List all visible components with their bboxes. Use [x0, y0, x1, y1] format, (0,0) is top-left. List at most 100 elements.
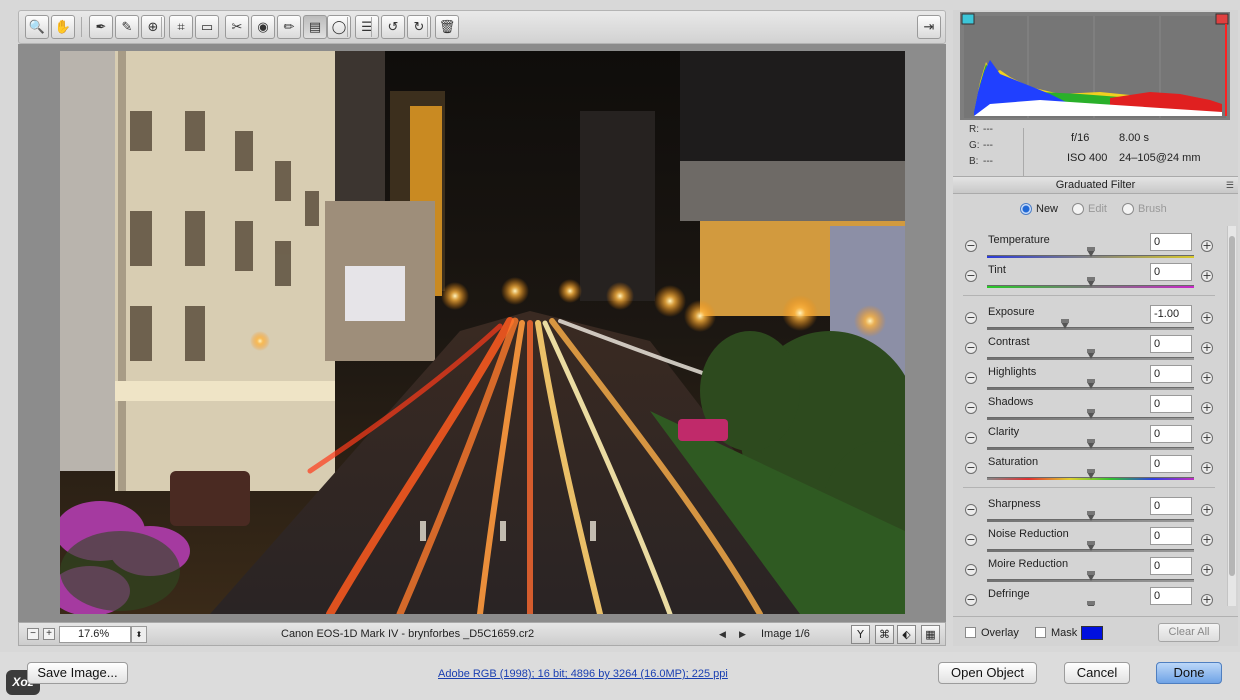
cancel-button[interactable]: Cancel — [1064, 662, 1130, 684]
clarity-value-field[interactable]: 0 — [1150, 425, 1192, 443]
shadows-label: Shadows — [988, 396, 1034, 408]
adjustment-brush-icon[interactable]: ✏ — [277, 15, 301, 39]
shadows-value-field[interactable]: 0 — [1150, 395, 1192, 413]
toggle-view-icon[interactable]: ▦ — [921, 625, 940, 644]
highlights-value-field[interactable]: 0 — [1150, 365, 1192, 383]
rotate-left-icon[interactable]: ↺ — [381, 15, 405, 39]
clarity-slider-thumb[interactable] — [1086, 439, 1095, 449]
slider-group-separator — [963, 487, 1215, 488]
overlay-checkbox[interactable] — [965, 627, 976, 638]
sharpness-value-field[interactable]: 0 — [1150, 497, 1192, 515]
scrollbar-thumb[interactable] — [1229, 236, 1235, 576]
highlights-decrease-icon[interactable]: − — [965, 372, 977, 384]
exposure-increase-icon[interactable]: + — [1201, 312, 1213, 324]
mode-new-label: New — [1036, 203, 1059, 215]
preferences-icon[interactable]: ☰ — [355, 15, 379, 39]
temperature-slider-thumb[interactable] — [1086, 247, 1095, 257]
radio-new[interactable] — [1020, 203, 1032, 215]
defringe-slider-thumb[interactable] — [1086, 601, 1095, 606]
mask-color-swatch[interactable] — [1081, 626, 1103, 640]
fullscreen-toggle-icon[interactable]: ⇥ — [917, 15, 941, 39]
panel-scrollbar[interactable] — [1227, 226, 1236, 606]
moire-reduction-value-field[interactable]: 0 — [1150, 557, 1192, 575]
panel-menu-icon[interactable]: ☰ — [1226, 177, 1234, 193]
shadows-slider-thumb[interactable] — [1086, 409, 1095, 419]
exposure-slider-track[interactable] — [987, 327, 1194, 330]
temperature-decrease-icon[interactable]: − — [965, 240, 977, 252]
defringe-increase-icon[interactable]: + — [1201, 594, 1213, 606]
before-after-toggle-icon[interactable]: Y — [851, 625, 870, 644]
file-name: Canon EOS-1D Mark IV - brynforbes _D5C16… — [281, 628, 535, 640]
sharpness-increase-icon[interactable]: + — [1201, 504, 1213, 516]
shadows-increase-icon[interactable]: + — [1201, 402, 1213, 414]
zoom-out-button[interactable]: − — [27, 628, 39, 640]
moire-reduction-decrease-icon[interactable]: − — [965, 564, 977, 576]
bottom-bar: Xoz Save Image... Adobe RGB (1998); 16 b… — [0, 652, 1240, 700]
city-night-photo — [60, 51, 905, 614]
exposure-value-field[interactable]: -1.00 — [1150, 305, 1192, 323]
radio-edit[interactable] — [1072, 203, 1084, 215]
shutter-value: 8.00 s — [1119, 132, 1149, 144]
radio-brush[interactable] — [1122, 203, 1134, 215]
open-object-button[interactable]: Open Object — [938, 662, 1037, 684]
clear-all-button[interactable]: Clear All — [1158, 623, 1220, 642]
saturation-slider-thumb[interactable] — [1086, 469, 1095, 479]
contrast-value-field[interactable]: 0 — [1150, 335, 1192, 353]
color-sampler-tool-icon[interactable]: ✎ — [115, 15, 139, 39]
clarity-increase-icon[interactable]: + — [1201, 432, 1213, 444]
saturation-increase-icon[interactable]: + — [1201, 462, 1213, 474]
spot-removal-tool-icon[interactable]: ✂ — [225, 15, 249, 39]
tint-value-field[interactable]: 0 — [1150, 263, 1192, 281]
crop-tool-icon[interactable]: ⌗ — [169, 15, 193, 39]
done-button[interactable]: Done — [1156, 662, 1222, 684]
zoom-tool-icon[interactable]: 🔍 — [25, 15, 49, 39]
white-balance-tool-icon[interactable]: ✒ — [89, 15, 113, 39]
highlights-increase-icon[interactable]: + — [1201, 372, 1213, 384]
graduated-filter-icon[interactable]: ▤ — [303, 15, 327, 39]
contrast-increase-icon[interactable]: + — [1201, 342, 1213, 354]
mode-edit[interactable]: Edit — [1072, 203, 1107, 215]
moire-reduction-increase-icon[interactable]: + — [1201, 564, 1213, 576]
defringe-value-field[interactable]: 0 — [1150, 587, 1192, 605]
trash-icon[interactable]: 🗑 — [435, 15, 459, 39]
contrast-decrease-icon[interactable]: − — [965, 342, 977, 354]
tint-slider-thumb[interactable] — [1086, 277, 1095, 287]
zoom-level-field[interactable]: 17.6% — [59, 626, 131, 643]
exposure-decrease-icon[interactable]: − — [965, 312, 977, 324]
zoom-in-button[interactable]: + — [43, 628, 55, 640]
tint-decrease-icon[interactable]: − — [965, 270, 977, 282]
swap-settings-icon[interactable]: ⌘ — [875, 625, 894, 644]
save-image-button[interactable]: Save Image... — [27, 662, 128, 684]
noise-reduction-decrease-icon[interactable]: − — [965, 534, 977, 546]
mode-brush[interactable]: Brush — [1122, 203, 1167, 215]
temperature-value-field[interactable]: 0 — [1150, 233, 1192, 251]
sharpness-decrease-icon[interactable]: − — [965, 504, 977, 516]
workflow-options-link[interactable]: Adobe RGB (1998); 16 bit; 4896 by 3264 (… — [438, 668, 728, 680]
exposure-slider-thumb[interactable] — [1060, 319, 1069, 329]
slider-row-exposure: − Exposure -1.00 + — [953, 304, 1223, 334]
noise-reduction-slider-thumb[interactable] — [1086, 541, 1095, 551]
copy-settings-icon[interactable]: ⬖ — [897, 625, 916, 644]
noise-reduction-value-field[interactable]: 0 — [1150, 527, 1192, 545]
shadows-decrease-icon[interactable]: − — [965, 402, 977, 414]
sharpness-slider-thumb[interactable] — [1086, 511, 1095, 521]
zoom-level-dropdown[interactable]: ⬍ — [131, 626, 147, 643]
previous-image-icon[interactable]: ◀ — [719, 629, 726, 640]
photo-preview[interactable] — [60, 51, 905, 614]
highlights-slider-thumb[interactable] — [1086, 379, 1095, 389]
temperature-increase-icon[interactable]: + — [1201, 240, 1213, 252]
red-eye-tool-icon[interactable]: ◉ — [251, 15, 275, 39]
moire-reduction-slider-thumb[interactable] — [1086, 571, 1095, 581]
noise-reduction-increase-icon[interactable]: + — [1201, 534, 1213, 546]
mask-checkbox[interactable] — [1035, 627, 1046, 638]
contrast-slider-thumb[interactable] — [1086, 349, 1095, 359]
next-image-icon[interactable]: ▶ — [739, 629, 746, 640]
clarity-decrease-icon[interactable]: − — [965, 432, 977, 444]
tint-increase-icon[interactable]: + — [1201, 270, 1213, 282]
mode-new[interactable]: New — [1020, 203, 1058, 215]
defringe-decrease-icon[interactable]: − — [965, 594, 977, 606]
straighten-tool-icon[interactable]: ▭ — [195, 15, 219, 39]
saturation-value-field[interactable]: 0 — [1150, 455, 1192, 473]
hand-tool-icon[interactable]: ✋ — [51, 15, 75, 39]
saturation-decrease-icon[interactable]: − — [965, 462, 977, 474]
